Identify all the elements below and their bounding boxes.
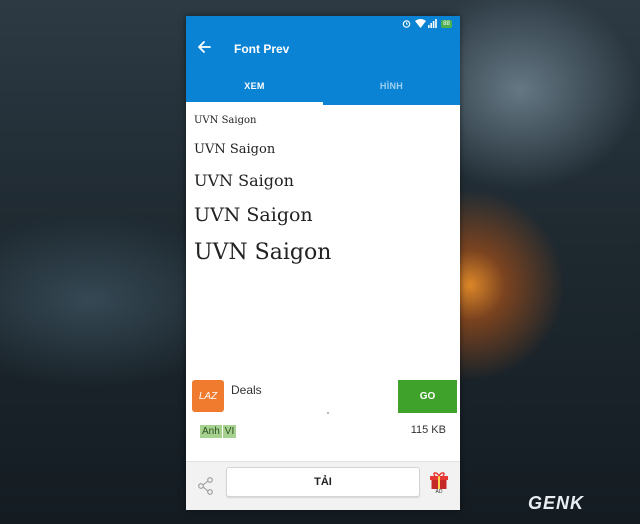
bottom-bar: TẢI AD [186, 461, 460, 510]
tag-vi: VI [222, 425, 237, 438]
tag-anh: Anh [200, 425, 222, 438]
signal-icon [428, 19, 437, 28]
tab-xem[interactable]: XEM [186, 67, 323, 105]
preview-line-4: UVN Saigon [194, 204, 313, 226]
app-bar: Font Prev [186, 31, 460, 67]
file-size: 115 KB [410, 424, 446, 436]
preview-line-1: UVN Saigon [194, 115, 257, 126]
font-meta: Anh VI 115 KB [200, 424, 446, 440]
phone-screen: 88 Font Prev XEM HÌNH UVN Saigon UVN Sai… [186, 16, 460, 510]
lazada-logo: LAZ [192, 380, 224, 412]
download-button[interactable]: TẢI [226, 467, 420, 497]
arrow-left-icon [197, 40, 211, 59]
wifi-icon [415, 19, 426, 28]
status-bar: 88 [186, 16, 460, 31]
genk-watermark: GENK [528, 493, 585, 513]
page-title: Font Prev [234, 42, 290, 56]
ad-banner[interactable]: LAZ Deals GO [192, 379, 458, 414]
ad-go-button[interactable]: GO [398, 380, 457, 413]
alarm-icon [402, 19, 411, 28]
gift-ad-label: AD [435, 489, 443, 495]
ad-title: Deals [231, 383, 262, 397]
preview-line-2: UVN Saigon [194, 142, 276, 157]
ad-indicator [327, 412, 329, 414]
share-button[interactable] [196, 476, 216, 496]
preview-line-5: UVN Saigon [194, 240, 332, 265]
back-button[interactable] [186, 31, 222, 67]
share-icon [196, 477, 216, 500]
preview-line-3: UVN Saigon [194, 171, 294, 190]
battery-icon: 88 [441, 19, 452, 28]
font-preview: UVN Saigon UVN Saigon UVN Saigon UVN Sai… [186, 105, 460, 265]
language-tags: Anh VI [200, 425, 237, 438]
tab-hinh[interactable]: HÌNH [323, 67, 460, 105]
tab-bar: XEM HÌNH [186, 67, 460, 105]
gift-button[interactable]: AD [429, 471, 449, 495]
